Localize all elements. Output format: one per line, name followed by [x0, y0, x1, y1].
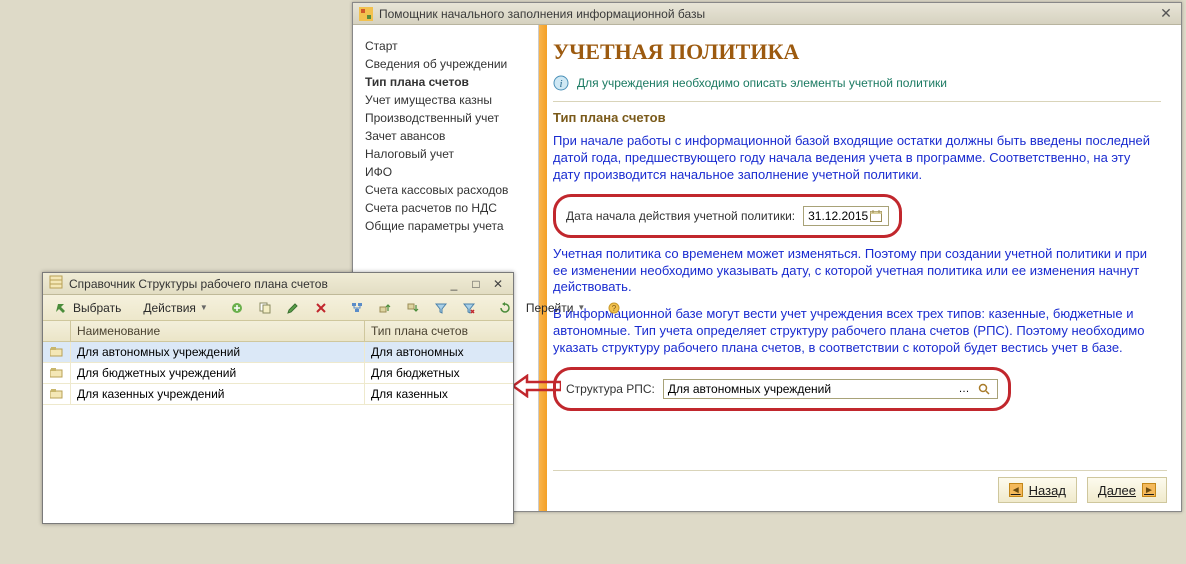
select-label: Выбрать [73, 301, 121, 315]
filter-button[interactable] [428, 298, 454, 318]
row-icon [43, 342, 71, 363]
app-icon [359, 7, 373, 21]
svg-text:?: ? [612, 304, 617, 313]
minimize-icon[interactable]: _ [445, 276, 463, 292]
delete-icon [314, 301, 328, 315]
goto-label: Перейти [526, 301, 574, 315]
row-icon [43, 363, 71, 384]
refresh-button[interactable] [492, 298, 518, 318]
row-type: Для автономных [365, 342, 513, 363]
actions-label: Действия [143, 301, 196, 315]
sidebar-item-vat[interactable]: Счета расчетов по НДС [365, 199, 526, 217]
sidebar-item-treasury[interactable]: Учет имущества казны [365, 91, 526, 109]
sidebar-item-general[interactable]: Общие параметры учета [365, 217, 526, 235]
paragraph-2: Учетная политика со временем может измен… [553, 246, 1161, 297]
tree-icon [350, 301, 364, 315]
sidebar-item-account-plan-type[interactable]: Тип плана счетов [365, 73, 526, 91]
rps-input[interactable]: Для автономных учреждений … [663, 379, 998, 399]
add-button[interactable] [224, 298, 250, 318]
row-type: Для бюджетных [365, 363, 513, 384]
dialog-toolbar: Выбрать Действия ▼ [43, 295, 513, 321]
rps-value: Для автономных учреждений [668, 382, 831, 396]
dialog-titlebar: Справочник Структуры рабочего плана счет… [43, 273, 513, 295]
sidebar-item-advances[interactable]: Зачет авансов [365, 127, 526, 145]
column-header-name[interactable]: Наименование [71, 321, 365, 342]
info-message: Для учреждения необходимо описать элемен… [577, 76, 947, 90]
rps-highlight: Структура РПС: Для автономных учреждений… [553, 367, 1011, 411]
dialog-close-icon[interactable]: ✕ [489, 276, 507, 292]
footer-nav: ◄ Назад Далее ► [998, 471, 1167, 503]
red-arrow-annotation [513, 374, 561, 398]
edit-button[interactable] [280, 298, 306, 318]
row-icon [43, 384, 71, 405]
column-header-type[interactable]: Тип плана счетов [365, 321, 513, 342]
orange-accent-bar [539, 25, 547, 511]
funnel-icon [434, 301, 448, 315]
page-title: УЧЕТНАЯ ПОЛИТИКА [553, 39, 1161, 65]
calendar-icon[interactable] [868, 210, 884, 222]
row-name: Для бюджетных учреждений [71, 363, 365, 384]
sidebar-item-ifo[interactable]: ИФО [365, 163, 526, 181]
sidebar-item-tax[interactable]: Налоговый учет [365, 145, 526, 163]
column-header-icon[interactable] [43, 321, 71, 342]
filter-down-icon [406, 301, 420, 315]
rps-label: Структура РПС: [566, 382, 655, 396]
close-icon[interactable]: ✕ [1157, 5, 1175, 23]
sidebar-item-cash[interactable]: Счета кассовых расходов [365, 181, 526, 199]
help-button[interactable]: ? [601, 298, 627, 318]
delete-button[interactable] [308, 298, 334, 318]
chevron-down-icon: ▼ [577, 303, 585, 312]
content-pane: УЧЕТНАЯ ПОЛИТИКА i Для учреждения необхо… [539, 25, 1181, 511]
select-button[interactable]: Выбрать [49, 298, 127, 318]
actions-button[interactable]: Действия ▼ [137, 298, 214, 318]
ellipsis-icon[interactable]: … [955, 381, 973, 397]
filter-up-button[interactable] [372, 298, 398, 318]
refresh-icon [498, 301, 512, 315]
main-window-title: Помощник начального заполнения информаци… [379, 7, 705, 21]
next-label: Далее [1098, 483, 1136, 498]
main-titlebar: Помощник начального заполнения информаци… [353, 3, 1181, 25]
policy-date-value: 31.12.2015 [808, 209, 868, 223]
policy-date-input[interactable]: 31.12.2015 [803, 206, 889, 226]
divider [553, 101, 1161, 102]
maximize-icon[interactable]: □ [467, 276, 485, 292]
add-icon [230, 301, 244, 315]
pencil-icon [286, 301, 300, 315]
magnifier-icon[interactable] [975, 381, 993, 397]
paragraph-3: В информационной базе могут вести учет у… [553, 306, 1161, 357]
date-highlight: Дата начала действия учетной политики: 3… [553, 194, 902, 238]
filter-up-icon [378, 301, 392, 315]
help-icon: ? [607, 301, 621, 315]
grid-empty-area [43, 405, 513, 525]
filter-clear-button[interactable] [456, 298, 482, 318]
hierarchy-button[interactable] [344, 298, 370, 318]
row-type: Для казенных [365, 384, 513, 405]
dialog-title: Справочник Структуры рабочего плана счет… [69, 277, 328, 291]
dialog-grid: Наименование Тип плана счетов Для автоно… [43, 321, 513, 525]
back-button[interactable]: ◄ Назад [998, 477, 1077, 503]
info-icon: i [553, 75, 569, 91]
arrow-right-icon: ► [1142, 483, 1156, 497]
filter-down-button[interactable] [400, 298, 426, 318]
date-label: Дата начала действия учетной политики: [566, 209, 795, 223]
funnel-clear-icon [462, 301, 476, 315]
row-name: Для автономных учреждений [71, 342, 365, 363]
svg-text:i: i [559, 78, 562, 90]
select-arrow-icon [55, 301, 69, 315]
next-button[interactable]: Далее ► [1087, 477, 1167, 503]
sidebar-item-production[interactable]: Производственный учет [365, 109, 526, 127]
sidebar-item-start[interactable]: Старт [365, 37, 526, 55]
chevron-down-icon: ▼ [200, 303, 208, 312]
copy-icon [258, 301, 272, 315]
sidebar-item-org-info[interactable]: Сведения об учреждении [365, 55, 526, 73]
arrow-left-icon: ◄ [1009, 483, 1023, 497]
goto-button[interactable]: Перейти ▼ [520, 298, 591, 318]
section-title: Тип плана счетов [553, 110, 1161, 125]
reference-dialog: Справочник Структуры рабочего плана счет… [42, 272, 514, 524]
paragraph-1: При начале работы с информационной базой… [553, 133, 1161, 184]
copy-button[interactable] [252, 298, 278, 318]
reference-icon [49, 275, 63, 292]
back-label: Назад [1029, 483, 1066, 498]
row-name: Для казенных учреждений [71, 384, 365, 405]
